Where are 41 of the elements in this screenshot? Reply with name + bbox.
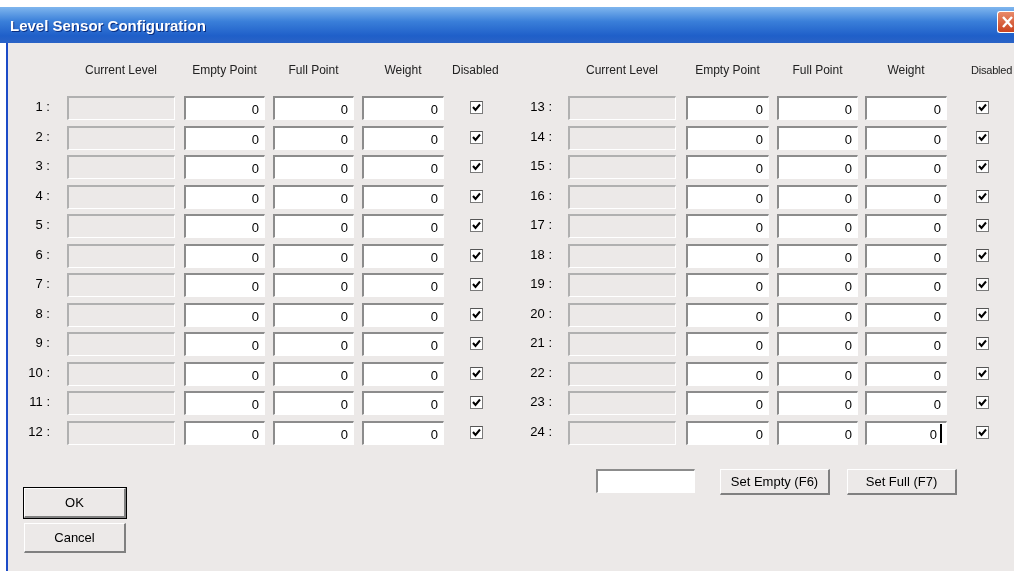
input-field[interactable]	[596, 469, 695, 493]
sensor-label: 7 :	[35, 275, 51, 291]
set-button[interactable]: Set Full (F7)	[847, 469, 957, 495]
column-header: Disabled	[971, 64, 1013, 76]
sensor-label: 5 :	[35, 216, 51, 232]
sensor-label: 8 :	[35, 304, 51, 321]
sensor-label: 15 :	[530, 157, 553, 173]
sensor-label: 1 :	[35, 98, 51, 114]
sensor-label: 11 :	[29, 393, 51, 409]
sensor-label: 3 :	[35, 157, 51, 173]
sensor-label: 20 :	[530, 304, 553, 321]
column-header: Full Point	[792, 63, 843, 77]
sensor-label: 9 :	[35, 334, 51, 350]
sensor-label: 4 :	[35, 186, 51, 203]
column-header: Current Level	[585, 63, 658, 77]
sensor-label: 21 :	[530, 334, 553, 350]
sensor-label: 2 :	[35, 127, 51, 144]
column-header: Empty Point	[192, 63, 257, 77]
sensor-label: 22 :	[530, 363, 553, 380]
set-button[interactable]: Set Empty (F6)	[720, 469, 830, 495]
sensor-label: 12 :	[28, 422, 51, 439]
sensor-label: 6 :	[35, 245, 51, 262]
column-header: Weight	[887, 63, 925, 77]
sensor-label: 24 :	[530, 422, 553, 439]
sensor-label: 17 :	[530, 216, 553, 232]
dialog-button[interactable]: OK	[24, 488, 126, 518]
sensor-label: 10 :	[28, 363, 51, 380]
sensor-label: 13 :	[530, 98, 553, 114]
column-header: Empty Point	[695, 63, 760, 77]
sensor-label: 19 :	[530, 275, 553, 291]
sensor-label: 23 :	[530, 393, 553, 409]
sensor-label: 14 :	[530, 127, 553, 144]
window-title: Level Sensor Configuration	[9, 16, 206, 34]
sensor-label: 18 :	[530, 245, 553, 262]
column-header: Current Level	[84, 63, 157, 77]
column-header: Weight	[384, 63, 422, 77]
sensor-label: 16 :	[530, 186, 553, 203]
column-header: Full Point	[288, 63, 339, 77]
column-header: Disabled	[452, 63, 499, 77]
dialog-button[interactable]: Cancel	[24, 523, 126, 553]
close-button[interactable]	[997, 11, 1014, 33]
